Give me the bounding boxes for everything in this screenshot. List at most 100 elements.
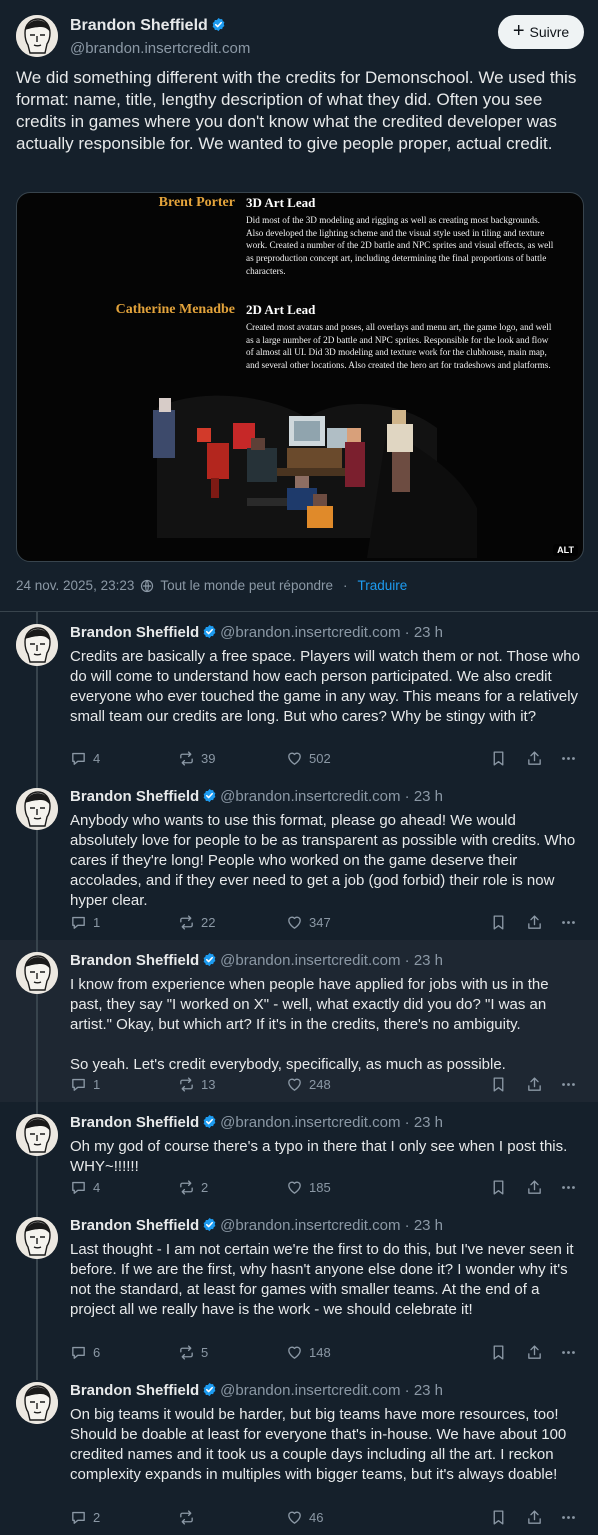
- translate-link[interactable]: Traduire: [357, 578, 407, 593]
- avatar[interactable]: [16, 1217, 58, 1259]
- avatar[interactable]: [16, 15, 58, 57]
- like-icon: [286, 1344, 303, 1361]
- follow-button[interactable]: + Suivre: [498, 15, 584, 49]
- reply-post[interactable]: Brandon Sheffield @brandon.insertcredit.c…: [0, 1102, 598, 1205]
- share-button[interactable]: [526, 1342, 543, 1362]
- avatar[interactable]: [16, 1382, 58, 1424]
- reply-header: Brandon Sheffield @brandon.insertcredit.c…: [70, 1217, 443, 1234]
- share-button[interactable]: [526, 1507, 543, 1527]
- reply-text: On big teams it would be harder, but big…: [70, 1405, 585, 1485]
- avatar[interactable]: [16, 952, 58, 994]
- author-name[interactable]: Brandon Sheffield: [70, 952, 199, 969]
- bookmark-button[interactable]: [490, 1074, 507, 1094]
- author-name[interactable]: Brandon Sheffield: [70, 17, 226, 35]
- post-text: We did something different with the cred…: [16, 68, 577, 153]
- like-button[interactable]: 347: [286, 912, 331, 932]
- like-button[interactable]: 185: [286, 1177, 331, 1197]
- reply-button[interactable]: 4: [70, 748, 100, 768]
- reply-text: Anybody who wants to use this format, pl…: [70, 811, 585, 911]
- repost-button[interactable]: 5: [178, 1342, 208, 1362]
- author-handle[interactable]: @brandon.insertcredit.com · 23 h: [220, 1114, 443, 1131]
- bookmark-button[interactable]: [490, 748, 507, 768]
- more-icon: [560, 914, 577, 931]
- reply-button[interactable]: 1: [70, 912, 100, 932]
- repost-button[interactable]: 13: [178, 1074, 215, 1094]
- credit-name: Catherine Menadbe: [115, 302, 235, 317]
- more-icon: [560, 1179, 577, 1196]
- reply-time[interactable]: 23 h: [414, 1114, 443, 1131]
- share-icon: [526, 1179, 543, 1196]
- reply-button[interactable]: 1: [70, 1074, 100, 1094]
- like-button[interactable]: 502: [286, 748, 331, 768]
- author-name[interactable]: Brandon Sheffield: [70, 1382, 199, 1399]
- author-name[interactable]: Brandon Sheffield: [70, 1217, 199, 1234]
- author-name[interactable]: Brandon Sheffield: [70, 788, 199, 805]
- like-icon: [286, 1076, 303, 1093]
- bookmark-icon: [490, 1179, 507, 1196]
- action-bar: 4 39 502: [70, 748, 584, 768]
- reply-time[interactable]: 23 h: [414, 624, 443, 641]
- avatar[interactable]: [16, 624, 58, 666]
- alt-badge[interactable]: ALT: [553, 544, 578, 556]
- more-button[interactable]: [560, 1177, 577, 1197]
- avatar[interactable]: [16, 1114, 58, 1156]
- reply-post[interactable]: Brandon Sheffield @brandon.insertcredit.c…: [0, 1370, 598, 1535]
- share-button[interactable]: [526, 748, 543, 768]
- like-button[interactable]: 148: [286, 1342, 331, 1362]
- like-button[interactable]: 248: [286, 1074, 331, 1094]
- post-image[interactable]: Brent Porter 3D Art Lead Did most of the…: [16, 192, 584, 562]
- repost-count: 13: [201, 1076, 216, 1092]
- credit-description: Created most avatars and poses, all over…: [246, 322, 552, 371]
- like-button[interactable]: 46: [286, 1507, 323, 1527]
- action-bar: 2 46: [70, 1507, 584, 1527]
- more-button[interactable]: [560, 912, 577, 932]
- reply-button[interactable]: 2: [70, 1507, 100, 1527]
- author-name[interactable]: Brandon Sheffield: [70, 624, 199, 641]
- post-timestamp[interactable]: 24 nov. 2025, 23:23: [16, 578, 134, 593]
- reply-text: Credits are basically a free space. Play…: [70, 647, 585, 727]
- verified-badge-icon: [211, 17, 226, 32]
- share-button[interactable]: [526, 1074, 543, 1094]
- author-handle[interactable]: @brandon.insertcredit.com · 23 h: [220, 952, 443, 969]
- author-name[interactable]: Brandon Sheffield: [70, 1114, 199, 1131]
- reply-time[interactable]: 23 h: [414, 788, 443, 805]
- reply-time[interactable]: 23 h: [414, 1382, 443, 1399]
- more-button[interactable]: [560, 1074, 577, 1094]
- author-handle[interactable]: @brandon.insertcredit.com · 23 h: [220, 788, 443, 805]
- more-button[interactable]: [560, 1342, 577, 1362]
- post-meta: 24 nov. 2025, 23:23 Tout le monde peut r…: [16, 578, 407, 593]
- reply-post[interactable]: Brandon Sheffield @brandon.insertcredit.c…: [0, 1205, 598, 1370]
- reply-text: I know from experience when people have …: [70, 975, 585, 1075]
- repost-icon: [178, 750, 195, 767]
- repost-button[interactable]: 2: [178, 1177, 208, 1197]
- repost-icon: [178, 914, 195, 931]
- bookmark-button[interactable]: [490, 912, 507, 932]
- bookmark-button[interactable]: [490, 1177, 507, 1197]
- reply-post[interactable]: Brandon Sheffield @brandon.insertcredit.c…: [0, 612, 598, 776]
- author-handle[interactable]: @brandon.insertcredit.com · 23 h: [220, 1382, 443, 1399]
- reply-button[interactable]: 6: [70, 1342, 100, 1362]
- reply-time[interactable]: 23 h: [414, 1217, 443, 1234]
- reply-time[interactable]: 23 h: [414, 952, 443, 969]
- reply-paragraph: Anybody who wants to use this format, pl…: [70, 812, 576, 909]
- share-button[interactable]: [526, 912, 543, 932]
- author-handle[interactable]: @brandon.insertcredit.com: [70, 40, 250, 57]
- bookmark-button[interactable]: [490, 1342, 507, 1362]
- plus-icon: +: [512, 20, 525, 42]
- share-icon: [526, 1076, 543, 1093]
- repost-button[interactable]: 22: [178, 912, 215, 932]
- reply-post[interactable]: Brandon Sheffield @brandon.insertcredit.c…: [0, 940, 598, 1102]
- like-count: 248: [309, 1076, 331, 1092]
- reply-button[interactable]: 4: [70, 1177, 100, 1197]
- author-handle[interactable]: @brandon.insertcredit.com · 23 h: [220, 1217, 443, 1234]
- repost-count: 22: [201, 914, 216, 930]
- reply-post[interactable]: Brandon Sheffield @brandon.insertcredit.c…: [0, 776, 598, 940]
- repost-button[interactable]: 39: [178, 748, 215, 768]
- share-button[interactable]: [526, 1177, 543, 1197]
- more-button[interactable]: [560, 748, 577, 768]
- avatar[interactable]: [16, 788, 58, 830]
- repost-button[interactable]: [178, 1507, 201, 1527]
- bookmark-button[interactable]: [490, 1507, 507, 1527]
- more-button[interactable]: [560, 1507, 577, 1527]
- author-handle[interactable]: @brandon.insertcredit.com · 23 h: [220, 624, 443, 641]
